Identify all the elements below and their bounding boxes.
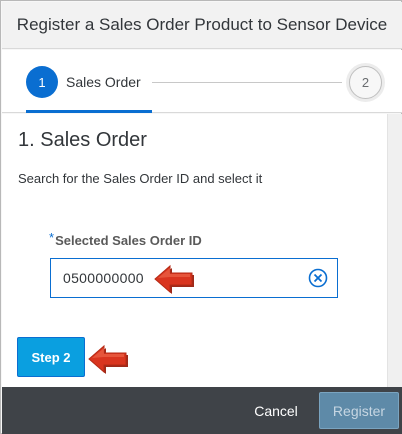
wizard-step-2[interactable]: 2 [349, 66, 382, 99]
wizard-step-1-number: 1 [38, 74, 46, 90]
clear-circle-icon[interactable] [308, 268, 328, 288]
dialog-header: Register a Sales Order Product to Sensor… [2, 2, 402, 49]
content-scrollbar[interactable] [387, 114, 402, 387]
wizard-step-1-label: Sales Order [66, 74, 141, 90]
required-marker: * [49, 230, 55, 245]
dialog-footer: Cancel Register [2, 387, 402, 434]
active-step-indicator [26, 110, 152, 113]
wizard-step-2-number: 2 [361, 75, 370, 90]
register-dialog: Register a Sales Order Product to Sensor… [0, 0, 402, 434]
sales-order-id-label: *Selected Sales Order ID [49, 230, 202, 248]
sales-order-id-label-text: Selected Sales Order ID [55, 233, 202, 248]
red-arrow-pointer-icon [154, 264, 194, 294]
dialog-title: Register a Sales Order Product to Sensor… [16, 15, 388, 34]
wizard-step-connector [152, 82, 342, 83]
cancel-button[interactable]: Cancel [240, 395, 312, 427]
wizard-progress-bar: 1 Sales Order 2 [2, 50, 402, 113]
section-instructions: Search for the Sales Order ID and select… [18, 171, 263, 186]
section-title: 1. Sales Order [18, 129, 147, 151]
red-arrow-pointer-icon [88, 344, 128, 374]
register-button[interactable]: Register [319, 392, 399, 429]
sales-order-id-value: 0500000000 [63, 270, 144, 286]
wizard-content: 1. Sales Order Search for the Sales Orde… [2, 114, 387, 387]
step-2-button[interactable]: Step 2 [17, 337, 85, 377]
wizard-step-1[interactable]: 1 [26, 66, 58, 98]
